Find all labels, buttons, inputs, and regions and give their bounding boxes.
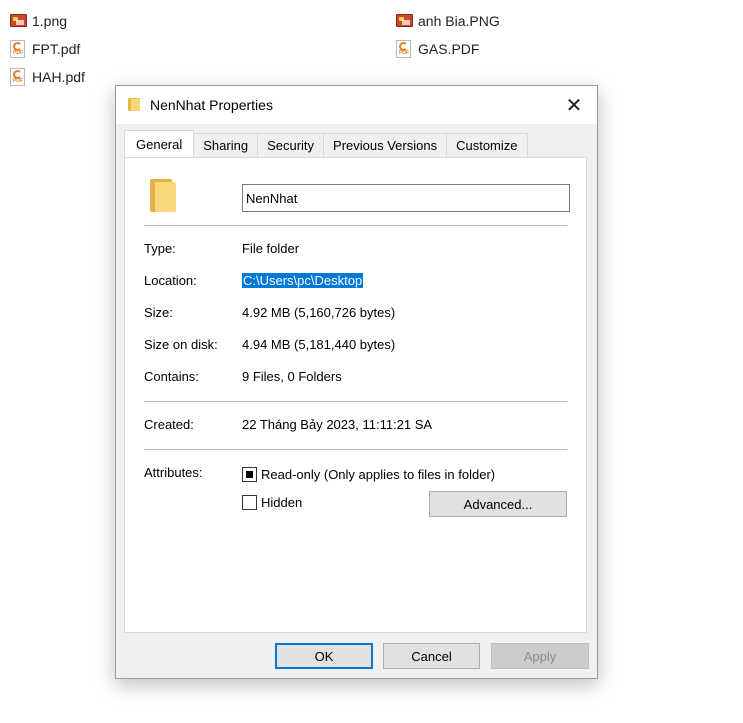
image-file-icon (396, 12, 414, 30)
attributes-label: Attributes: (144, 465, 203, 480)
size-label: Size: (144, 305, 173, 320)
desktop-file-anhbia[interactable]: anh Bia.PNG (396, 10, 500, 32)
pdf-file-icon: PDF (396, 40, 414, 58)
tab-security[interactable]: Security (257, 133, 325, 157)
cancel-button[interactable]: Cancel (383, 643, 480, 669)
readonly-checkbox[interactable]: Read-only (Only applies to files in fold… (242, 467, 495, 482)
file-label: 1.png (32, 13, 68, 29)
created-value: 22 Tháng Bảy 2023, 11:11:21 SA (242, 417, 433, 432)
folder-icon (128, 98, 140, 111)
folder-name-input[interactable] (242, 184, 570, 212)
pdf-file-icon: PDF (10, 40, 28, 58)
close-icon: ✕ (565, 94, 583, 117)
dialog-title: NenNhat Properties (150, 97, 273, 113)
file-label: HAH.pdf (32, 69, 85, 85)
tab-sharing[interactable]: Sharing (193, 133, 259, 157)
size-value: 4.92 MB (5,160,726 bytes) (242, 305, 396, 320)
properties-dialog: NenNhat Properties ✕ General Sharing Sec… (115, 85, 598, 679)
close-button[interactable]: ✕ (551, 86, 597, 124)
tab-bar: General Sharing Security Previous Versio… (124, 130, 528, 157)
ok-button[interactable]: OK (275, 643, 373, 669)
type-label: Type: (144, 241, 176, 256)
image-file-icon (10, 12, 28, 30)
contains-label: Contains: (144, 369, 199, 384)
created-label: Created: (144, 417, 194, 432)
readonly-label: Read-only (Only applies to files in fold… (261, 467, 496, 482)
checkbox-unchecked-icon (242, 495, 257, 510)
divider (144, 225, 567, 226)
pdf-file-icon: PDF (10, 68, 28, 86)
contains-value: 9 Files, 0 Folders (242, 369, 342, 384)
general-panel: Type: File folder Location: C:\Users\pc\… (124, 157, 587, 633)
desktop-file-hah[interactable]: PDF HAH.pdf (10, 66, 85, 88)
tab-general[interactable]: General (124, 130, 195, 157)
size-on-disk-label: Size on disk: (144, 337, 218, 352)
tab-customize[interactable]: Customize (446, 133, 528, 157)
location-label: Location: (144, 273, 197, 288)
hidden-checkbox[interactable]: Hidden (242, 495, 302, 510)
desktop-file-fpt[interactable]: PDF FPT.pdf (10, 38, 80, 60)
file-label: FPT.pdf (32, 41, 81, 57)
tab-previous-versions[interactable]: Previous Versions (323, 133, 448, 157)
divider (144, 401, 567, 402)
desktop-file-1png[interactable]: 1.png (10, 10, 67, 32)
desktop-file-gas[interactable]: PDF GAS.PDF (396, 38, 479, 60)
hidden-label: Hidden (261, 495, 303, 510)
title-bar[interactable]: NenNhat Properties ✕ (116, 86, 597, 124)
apply-button[interactable]: Apply (491, 643, 589, 669)
size-on-disk-value: 4.94 MB (5,181,440 bytes) (242, 337, 396, 352)
checkbox-indeterminate-icon (242, 467, 257, 482)
folder-icon (150, 179, 176, 212)
type-value: File folder (242, 241, 300, 256)
location-value[interactable]: C:\Users\pc\Desktop (242, 273, 364, 288)
divider (144, 449, 567, 450)
advanced-button[interactable]: Advanced... (429, 491, 567, 517)
file-label: GAS.PDF (418, 41, 480, 57)
file-label: anh Bia.PNG (418, 13, 500, 29)
